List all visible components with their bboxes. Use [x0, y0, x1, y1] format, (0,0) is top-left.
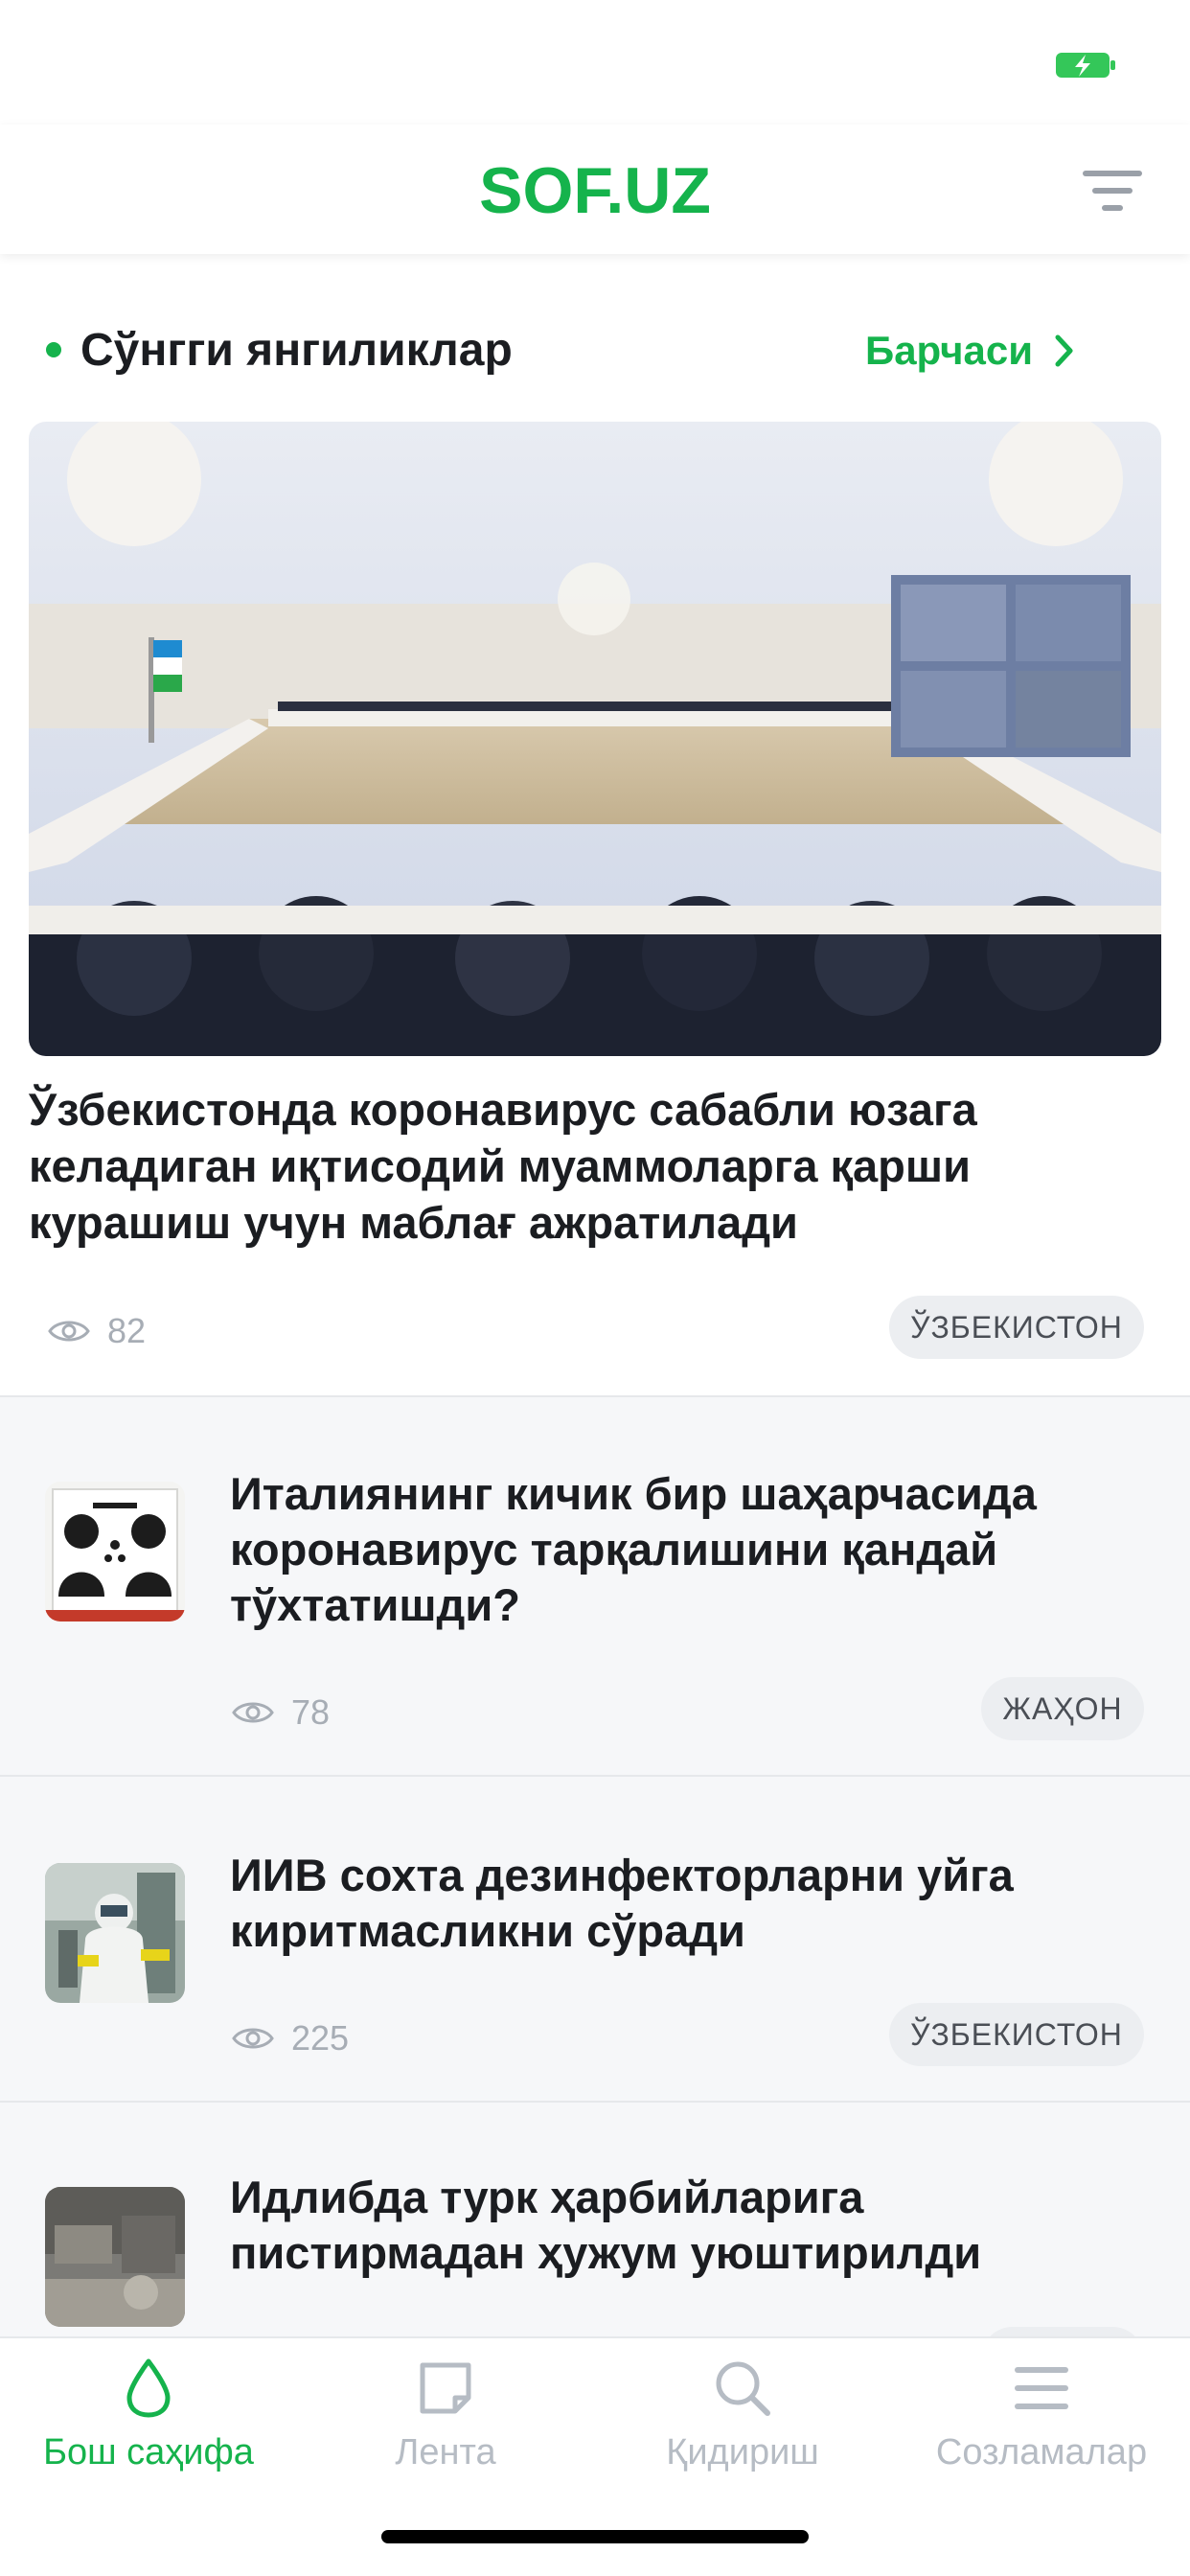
article-thumbnail — [45, 1863, 185, 2003]
see-all-link[interactable]: Барчаси — [865, 324, 1075, 378]
see-all-label: Барчаси — [865, 328, 1034, 373]
latest-news-header: Сўнгги янгиликлар Барчаси — [0, 316, 1190, 383]
article-photo — [45, 1863, 185, 2003]
app-header: SOF.UZ — [0, 125, 1190, 254]
eye-icon — [232, 1702, 274, 1723]
app-logo: SOF.UZ — [479, 154, 711, 227]
section-title: Сўнгги янгиликлар — [80, 325, 513, 376]
tab-label: Қидириш — [666, 2432, 819, 2472]
article-photo — [45, 1482, 185, 1622]
search-icon — [716, 2361, 770, 2416]
view-count-value: 225 — [291, 2018, 350, 2058]
view-count: 78 — [232, 1692, 330, 1733]
eye-icon — [48, 1321, 90, 1342]
category-tag[interactable]: ЎЗБЕКИСТОН — [889, 2003, 1144, 2066]
live-dot-icon — [46, 342, 61, 357]
article-item[interactable]: Италиянинг кичик бир шаҳарчасида коронав… — [0, 1395, 1190, 1775]
tab-label: Лента — [395, 2432, 496, 2472]
status-bar — [0, 0, 1190, 125]
tab-settings[interactable]: Созламалар — [893, 2358, 1190, 2511]
tab-home[interactable]: Бош саҳифа — [0, 2358, 297, 2511]
category-tag[interactable]: ЖАҲОН — [981, 1677, 1144, 1740]
article-item[interactable]: Идлибда турк ҳарбийларига пистирмадан ҳу… — [0, 2101, 1190, 2390]
article-thumbnail — [45, 2187, 185, 2327]
category-tag[interactable]: ЎЗБЕКИСТОН — [889, 1296, 1144, 1359]
filter-icon[interactable] — [1081, 167, 1144, 215]
battery-charging-icon — [1056, 53, 1115, 78]
tab-label: Созламалар — [935, 2432, 1148, 2472]
view-count-value: 78 — [291, 1692, 331, 1732]
view-count: 225 — [232, 2018, 349, 2058]
tab-feed[interactable]: Лента — [297, 2358, 594, 2511]
article-title: Идлибда турк ҳарбийларига пистирмадан ҳу… — [230, 2172, 982, 2278]
chevron-right-icon — [1055, 334, 1073, 367]
featured-article-title[interactable]: Ўзбекистонда коронавирус сабабли юзага к… — [29, 1081, 1161, 1251]
article-photo — [45, 2187, 185, 2327]
drop-icon — [126, 2358, 171, 2418]
tab-search[interactable]: Қидириш — [594, 2358, 891, 2511]
home-indicator — [381, 2530, 809, 2543]
article-title: ИИВ сохта дезинфекторларни уйга киритмас… — [230, 1850, 1014, 1956]
view-count: 82 — [48, 1311, 146, 1351]
article-item[interactable]: ИИВ сохта дезинфекторларни уйга киритмас… — [0, 1775, 1190, 2101]
view-count-value: 82 — [107, 1311, 147, 1350]
conference-hall-photo — [29, 422, 1161, 1056]
eye-icon — [232, 2028, 274, 2049]
article-thumbnail — [45, 1482, 185, 1622]
article-title: Италиянинг кичик бир шаҳарчасида коронав… — [230, 1468, 1037, 1630]
featured-article-image[interactable] — [29, 422, 1161, 1056]
tab-label: Бош саҳифа — [43, 2432, 254, 2472]
menu-icon — [1015, 2367, 1068, 2409]
note-icon — [420, 2362, 471, 2414]
